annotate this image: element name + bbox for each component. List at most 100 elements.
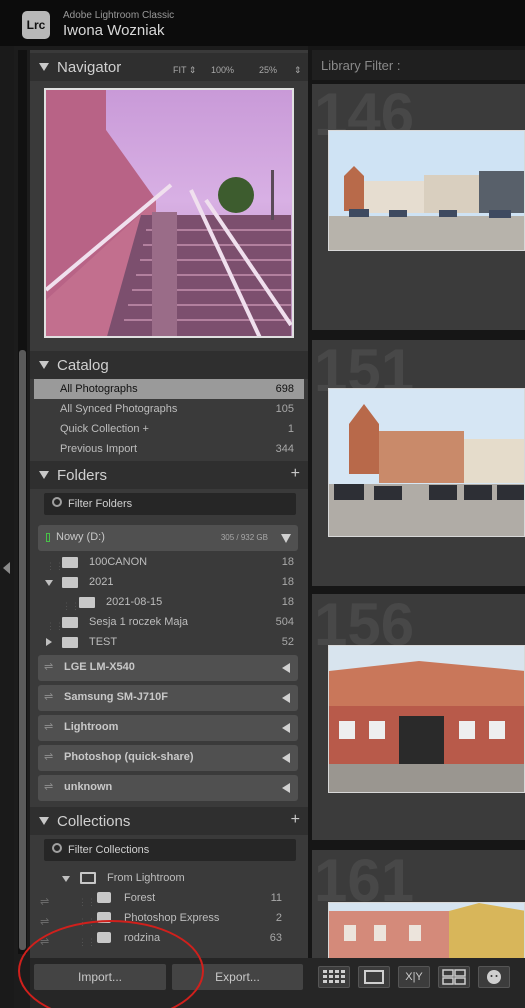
collapse-triangle-icon[interactable] (39, 471, 49, 479)
collapse-triangle-icon[interactable] (39, 817, 49, 825)
scrollbar-thumb[interactable] (19, 350, 26, 950)
zoom-100[interactable]: 100% (211, 65, 234, 75)
folder-count: 504 (275, 616, 294, 628)
zoom-menu-icon[interactable]: ⇕ (294, 65, 302, 76)
device-photoshop[interactable]: ⇌ Photoshop (quick-share) (38, 745, 298, 771)
folder-icon (62, 617, 78, 628)
library-filter-bar[interactable]: Library Filter : (312, 50, 525, 80)
lightroom-window: Lrc Adobe Lightroom Classic Iwona Woznia… (0, 0, 525, 1008)
expand-triangle-icon[interactable] (45, 580, 53, 586)
folders-header[interactable]: Folders + (30, 461, 308, 489)
compare-view-icon[interactable]: X|Y (398, 966, 430, 988)
collection-set-from-lightroom[interactable]: From Lightroom (34, 868, 304, 888)
filter-collections-placeholder: Filter Collections (68, 844, 150, 856)
device-unknown[interactable]: ⇌ unknown (38, 775, 298, 801)
collections-header[interactable]: Collections + (30, 807, 308, 835)
folder-sesja[interactable]: ⋮⋮ Sesja 1 roczek Maja 504 (34, 612, 304, 632)
transfer-icon: ⇌ (44, 691, 54, 703)
people-view-icon[interactable] (478, 966, 510, 988)
filter-folders-input[interactable]: Filter Folders (44, 493, 296, 515)
folder-count: 18 (281, 596, 294, 608)
expand-icon[interactable] (282, 663, 290, 673)
folder-2021[interactable]: 2021 18 (34, 572, 304, 592)
collapse-triangle-icon[interactable] (39, 361, 49, 369)
grid-view-icon[interactable] (318, 966, 350, 988)
folder-icon (62, 577, 78, 588)
expand-triangle-icon[interactable] (62, 876, 70, 882)
library-filter-label: Library Filter : (321, 58, 401, 73)
photo-thumbnail[interactable] (328, 130, 525, 251)
folder-test[interactable]: TEST 52 (34, 632, 304, 652)
zoom-fit-label: FIT (173, 65, 187, 75)
folder-icon (62, 557, 78, 568)
catalog-item-label: All Synced Photographs (60, 403, 178, 415)
folder-label: Sesja 1 roczek Maja (89, 616, 189, 628)
collection-label: Forest (124, 892, 156, 904)
photo-thumbnail[interactable] (328, 902, 525, 958)
expand-triangle-icon[interactable] (46, 638, 52, 646)
catalog-item-count: 105 (275, 403, 294, 415)
collection-count: 11 (270, 892, 282, 904)
zoom-25[interactable]: 25% (259, 65, 277, 75)
catalog-item-all-synced[interactable]: All Synced Photographs 105 (34, 399, 304, 419)
search-icon (52, 497, 62, 507)
expand-icon[interactable] (282, 723, 290, 733)
identity-plate: Lrc Adobe Lightroom Classic Iwona Woznia… (0, 0, 525, 46)
catalog-item-quick-collection[interactable]: Quick Collection + 1 (34, 419, 304, 439)
add-folder-icon[interactable]: + (291, 465, 300, 483)
photo-thumbnail[interactable] (328, 645, 525, 793)
device-label: Photoshop (quick-share) (64, 751, 194, 763)
survey-view-icon[interactable] (438, 966, 470, 988)
catalog-item-previous-import[interactable]: Previous Import 344 (34, 439, 304, 459)
device-samsung[interactable]: ⇌ Samsung SM-J710F (38, 685, 298, 711)
transfer-icon: ⇌ (44, 781, 54, 793)
folder-count: 18 (281, 576, 294, 588)
catalog-item-label: Previous Import (60, 443, 138, 455)
folder-100canon[interactable]: ⋮⋮ 100CANON 18 (34, 552, 304, 572)
device-label: unknown (64, 781, 113, 793)
search-icon (52, 843, 62, 853)
folder-count: 52 (281, 636, 294, 648)
app-title: Adobe Lightroom Classic (63, 10, 175, 21)
collapse-left-panel-icon[interactable] (3, 562, 10, 574)
catalog-item-all-photographs[interactable]: All Photographs 698 (34, 379, 304, 399)
navigator-title: Navigator (57, 59, 122, 76)
transfer-icon: ⇌ (44, 661, 54, 673)
transfer-icon: ⇌ (44, 721, 54, 733)
filter-collections-input[interactable]: Filter Collections (44, 839, 296, 861)
volume-expand-icon[interactable] (281, 534, 291, 543)
left-panel-edge[interactable] (0, 46, 14, 1008)
transfer-icon: ⇌ (44, 751, 54, 763)
catalog-item-count: 698 (275, 383, 294, 395)
collapse-triangle-icon[interactable] (39, 63, 49, 71)
expand-icon[interactable] (282, 693, 290, 703)
loupe-view-icon[interactable] (358, 966, 390, 988)
device-label: LGE LM-X540 (64, 661, 135, 673)
add-collection-icon[interactable]: + (291, 811, 300, 829)
device-lge[interactable]: ⇌ LGE LM-X540 (38, 655, 298, 681)
folder-label: 100CANON (89, 556, 148, 568)
volume-size: 305 / 932 GB (220, 533, 268, 542)
photo-thumbnail[interactable] (328, 388, 525, 537)
filter-folders-placeholder: Filter Folders (68, 498, 133, 510)
folder-2021-08-15[interactable]: ⋮⋮ 2021-08-15 18 (34, 592, 304, 612)
navigator-preview[interactable] (44, 88, 294, 338)
catalog-title: Catalog (57, 357, 109, 374)
device-lightroom[interactable]: ⇌ Lightroom (38, 715, 298, 741)
collection-count: 63 (269, 932, 282, 944)
collection-set-icon (80, 872, 96, 884)
catalog-header[interactable]: Catalog (30, 351, 308, 379)
volume-nowy-d[interactable]: Nowy (D:) 305 / 932 GB (38, 525, 298, 551)
zoom-fit[interactable]: FIT ⇕ (173, 65, 196, 76)
navigator-header[interactable]: Navigator FIT ⇕ 100% 25% ⇕ (30, 53, 308, 81)
catalog-item-count: 1 (287, 423, 294, 435)
folder-icon (79, 597, 95, 608)
catalog-item-label: Quick Collection + (60, 423, 149, 435)
expand-icon[interactable] (282, 753, 290, 763)
expand-icon[interactable] (282, 783, 290, 793)
folders-title: Folders (57, 467, 108, 484)
collection-forest[interactable]: ⇌ ⋮⋮ Forest 11 (34, 888, 304, 908)
user-name: Iwona Wozniak (63, 22, 165, 39)
collections-title: Collections (57, 813, 131, 830)
collection-icon (97, 892, 111, 903)
